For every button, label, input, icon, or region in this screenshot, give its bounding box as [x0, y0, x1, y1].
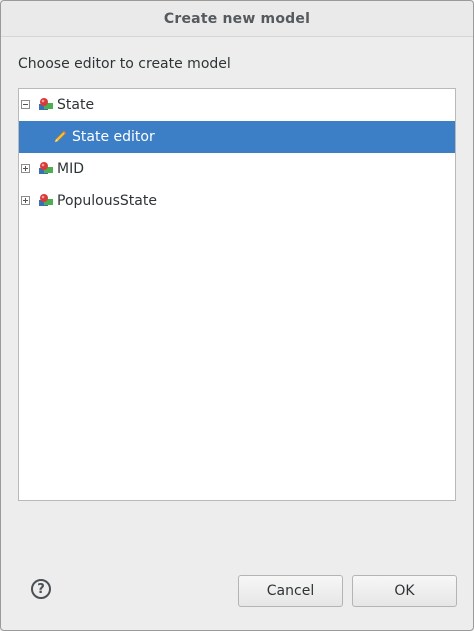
expand-icon[interactable] — [21, 196, 30, 205]
ok-button[interactable]: OK — [352, 575, 457, 607]
tree-node-mid[interactable]: MID — [19, 153, 455, 185]
help-icon[interactable]: ? — [31, 579, 51, 599]
model-icon — [39, 98, 53, 110]
tree-node-label: PopulousState — [57, 193, 157, 209]
title-bar[interactable]: Create new model — [1, 1, 473, 37]
pencil-icon — [54, 130, 67, 143]
tree-node-label: State editor — [72, 129, 155, 145]
cancel-button[interactable]: Cancel — [238, 575, 343, 607]
tree-node-state[interactable]: State — [19, 89, 455, 121]
tree-node-label: MID — [57, 161, 84, 177]
prompt-label: Choose editor to create model — [18, 56, 231, 72]
tree-node-state-editor[interactable]: State editor — [19, 121, 455, 153]
expand-icon[interactable] — [21, 164, 30, 173]
model-icon — [39, 194, 53, 206]
tree-node-populousstate[interactable]: PopulousState — [19, 185, 455, 217]
model-icon — [39, 162, 53, 174]
tree-node-label: State — [57, 97, 95, 113]
create-model-dialog: Create new model Choose editor to create… — [0, 0, 474, 631]
dialog-title: Create new model — [163, 10, 311, 27]
editor-tree[interactable]: State State editor MID PopulousState — [18, 88, 456, 501]
collapse-icon[interactable] — [21, 100, 30, 109]
